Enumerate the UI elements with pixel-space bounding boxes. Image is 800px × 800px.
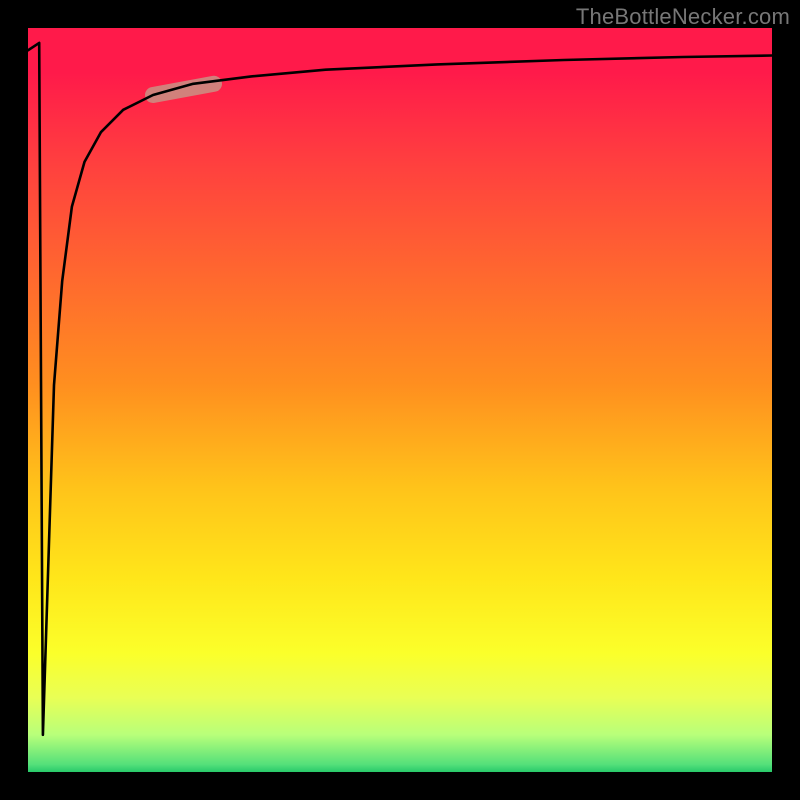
watermark-text: TheBottleNecker.com (576, 4, 790, 30)
curve-layer (28, 28, 772, 772)
chart-container: TheBottleNecker.com (0, 0, 800, 800)
plot-area (28, 28, 772, 772)
bottleneck-curve (28, 43, 772, 735)
